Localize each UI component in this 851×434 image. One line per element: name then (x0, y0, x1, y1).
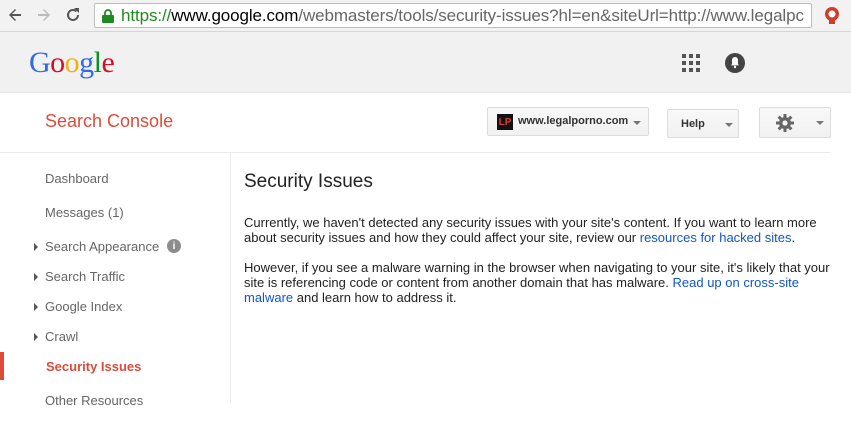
paragraph-text: . (791, 230, 796, 245)
back-arrow-icon (9, 9, 21, 21)
address-bar[interactable]: https://www.google.com/webmasters/tools/… (94, 3, 812, 28)
site-selector-dropdown[interactable]: LP www.legalporno.com (487, 107, 649, 136)
sidebar-item-security-issues[interactable]: Security Issues (0, 352, 230, 380)
console-header: Search Console LP www.legalporno.com Hel… (0, 93, 851, 153)
reload-icon (67, 8, 79, 21)
logo-letter: G (29, 46, 51, 79)
apps-grid-icon[interactable] (682, 54, 700, 72)
expand-triangle-icon (34, 243, 38, 251)
sidebar-item-messages[interactable]: Messages (1) (0, 198, 230, 226)
sidebar-item-label: Dashboard (45, 171, 109, 186)
logo-letter: o (64, 46, 80, 79)
google-bar: Google (0, 32, 851, 93)
sidebar-item-label: Security Issues (46, 359, 142, 374)
logo-letter: e (101, 46, 115, 79)
active-indicator (0, 352, 4, 380)
sidebar-item-label: Search Traffic (45, 269, 125, 284)
forward-arrow-icon (38, 9, 50, 21)
sidebar-item-search-appearance[interactable]: Search Appearance i (0, 232, 230, 260)
logo-letter: o (50, 46, 65, 79)
status-paragraph: Currently, we haven't detected any secur… (244, 215, 842, 245)
back-button[interactable] (4, 4, 26, 26)
site-favicon-icon: LP (497, 114, 513, 130)
sidebar-item-google-index[interactable]: Google Index (0, 292, 230, 320)
paragraph-text: and learn how to address it. (293, 290, 457, 305)
sidebar-item-dashboard[interactable]: Dashboard (0, 164, 230, 192)
chevron-down-icon (725, 123, 733, 127)
sidebar-item-other-resources[interactable]: Other Resources (0, 386, 230, 414)
sidebar-item-label: Other Resources (45, 393, 144, 408)
settings-button[interactable] (759, 107, 831, 138)
google-logo[interactable]: Google (29, 46, 115, 80)
url-text: https://www.google.com/webmasters/tools/… (121, 6, 804, 26)
forward-button[interactable] (33, 4, 55, 26)
hacked-sites-link[interactable]: resources for hacked sites (640, 230, 792, 245)
logo-letter: l (93, 46, 102, 79)
help-label: Help (681, 118, 705, 130)
reload-button[interactable] (62, 4, 84, 26)
url-path: /webmasters/tools/security-issues?hl=en&… (298, 6, 804, 25)
expand-triangle-icon (34, 303, 38, 311)
expand-triangle-icon (34, 333, 38, 341)
logo-letter: g (79, 46, 94, 79)
notifications-bell-icon[interactable] (724, 52, 746, 74)
sidebar-item-label: Crawl (45, 329, 79, 344)
gear-icon (776, 114, 794, 132)
sidebar-nav: Dashboard Messages (1) Search Appearance… (0, 153, 231, 408)
lock-icon (102, 9, 114, 23)
malware-paragraph: However, if you see a malware warning in… (244, 260, 842, 305)
site-selector-label: www.legalporno.com (518, 115, 629, 127)
product-title[interactable]: Search Console (45, 111, 173, 132)
url-host: www.google.com (171, 6, 299, 25)
page-title: Security Issues (244, 171, 373, 192)
sidebar-item-crawl[interactable]: Crawl (0, 322, 230, 350)
sidebar-item-label: Messages (1) (45, 205, 124, 220)
chevron-down-icon (816, 121, 824, 125)
chevron-down-icon (633, 121, 641, 125)
extension-icon[interactable] (822, 5, 842, 25)
sidebar-item-search-traffic[interactable]: Search Traffic (0, 262, 230, 290)
help-button[interactable]: Help (667, 109, 739, 138)
expand-triangle-icon (34, 273, 38, 281)
sidebar-item-label: Google Index (45, 299, 123, 314)
browser-toolbar: https://www.google.com/webmasters/tools/… (0, 0, 851, 32)
url-scheme: https:// (121, 6, 172, 25)
sidebar-item-label: Search Appearance (45, 239, 160, 254)
info-icon[interactable]: i (167, 239, 181, 253)
